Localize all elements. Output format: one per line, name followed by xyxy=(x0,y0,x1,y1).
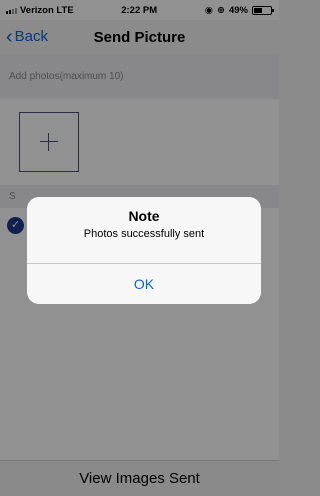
alert-title: Note xyxy=(128,208,160,224)
alert-message: Photos successfully sent xyxy=(83,228,205,240)
ok-button[interactable]: OK xyxy=(27,264,261,304)
alert-dialog: Note Photos successfully sent OK xyxy=(27,197,261,304)
